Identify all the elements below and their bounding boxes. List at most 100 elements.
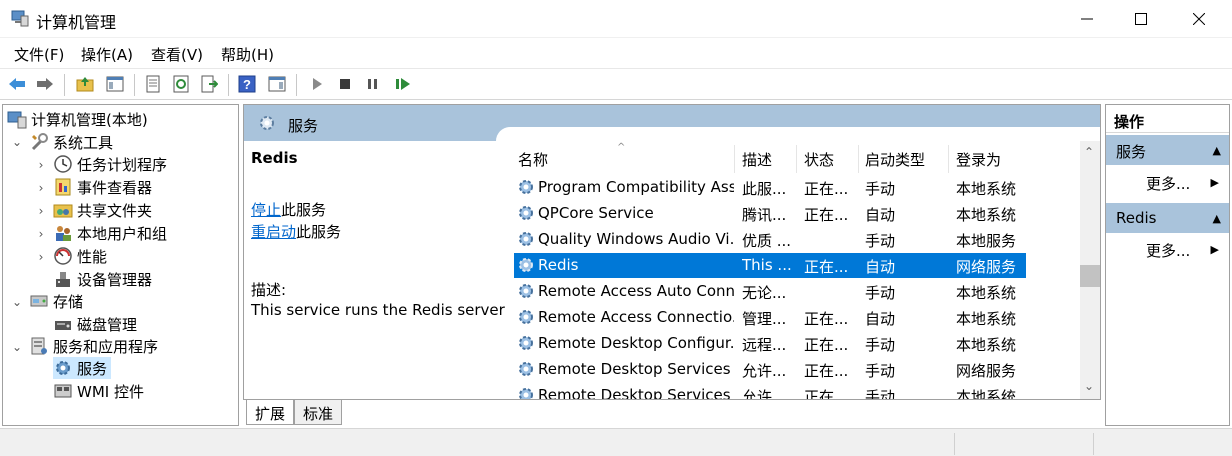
service-name: Remote Desktop Services ... (538, 386, 734, 399)
shared-folder-icon (53, 200, 73, 220)
service-logon: 本地系统 (956, 310, 1017, 328)
chevron-right-icon[interactable]: ▶ (1211, 243, 1219, 256)
chevron-right-icon[interactable]: › (35, 159, 47, 171)
table-row[interactable]: Remote Desktop Configur... 远程... 正在... 手… (514, 331, 1026, 356)
tree-item-event-viewer[interactable]: 事件查看器 (53, 176, 152, 198)
chevron-right-icon[interactable]: › (35, 251, 47, 263)
table-row[interactable]: Remote Desktop Services ... 允许... 正在... … (514, 383, 1026, 399)
chevron-right-icon[interactable]: › (35, 228, 47, 240)
service-name: Redis (538, 256, 579, 274)
chevron-down-icon[interactable]: ⌄ (11, 296, 23, 308)
menu-file[interactable]: 文件(F) (14, 44, 64, 65)
back-arrow-icon[interactable] (6, 73, 28, 95)
export-list-icon[interactable] (198, 73, 220, 95)
tab-standard[interactable]: 标准 (294, 400, 343, 425)
gear-icon (516, 359, 536, 379)
service-status: 正在... (804, 388, 849, 399)
users-icon (53, 223, 73, 243)
stop-service-icon[interactable] (334, 73, 356, 95)
tree-item-device-manager[interactable]: 设备管理器 (53, 268, 152, 290)
table-row-selected[interactable]: Redis This ... 正在... 自动 网络服务 (514, 253, 1026, 278)
show-hide-tree-icon[interactable] (104, 73, 126, 95)
service-logon: 本地系统 (956, 336, 1017, 354)
service-description: 腾讯... (742, 206, 787, 224)
collapse-up-icon[interactable]: ▲ (1213, 144, 1221, 157)
service-startup-type: 自动 (865, 206, 896, 224)
stop-service-link[interactable]: 停止 (251, 201, 281, 219)
start-service-icon[interactable] (306, 73, 328, 95)
refresh-icon[interactable] (170, 73, 192, 95)
service-status: 正在... (804, 310, 849, 328)
chevron-down-icon[interactable]: ⌄ (11, 136, 23, 148)
chevron-right-icon[interactable]: › (35, 182, 47, 194)
menu-view[interactable]: 查看(V) (151, 44, 203, 65)
table-row[interactable]: Remote Access Auto Conn... 无论... 手动 本地系统 (514, 279, 1026, 304)
minimize-button[interactable] (1064, 0, 1110, 38)
show-action-pane-icon[interactable] (266, 73, 288, 95)
collapse-up-icon[interactable]: ▲ (1213, 212, 1221, 225)
actions-section-redis[interactable]: Redis ▲ (1106, 203, 1229, 233)
column-header-status[interactable]: 状态 (804, 149, 834, 171)
tree-item-wmi[interactable]: WMI 控件 (53, 380, 144, 402)
up-folder-icon[interactable] (74, 73, 96, 95)
scrollbar-thumb[interactable] (1080, 265, 1100, 287)
service-name: Remote Access Connectio... (538, 308, 734, 326)
column-header-startup-type[interactable]: 启动类型 (865, 149, 925, 171)
tree-item-shared-folders[interactable]: 共享文件夹 (53, 199, 152, 221)
chevron-right-icon[interactable]: › (35, 205, 47, 217)
tree-item-disk-management[interactable]: 磁盘管理 (53, 313, 137, 335)
restart-service-icon[interactable] (392, 73, 414, 95)
tree-item-storage[interactable]: 存储 (29, 290, 83, 312)
tree-item-performance[interactable]: 性能 (53, 245, 107, 267)
column-header-logon-as[interactable]: 登录为 (956, 149, 1001, 171)
table-row[interactable]: QPCore Service 腾讯... 正在... 自动 本地系统 (514, 201, 1026, 226)
properties-icon[interactable] (142, 73, 164, 95)
tree-item-task-scheduler[interactable]: 任务计划程序 (53, 153, 167, 175)
gear-icon (516, 281, 536, 301)
pause-service-icon[interactable] (362, 73, 384, 95)
tree-item-local-users[interactable]: 本地用户和组 (53, 222, 167, 244)
service-name: Program Compatibility Assi... (538, 178, 734, 196)
restart-service-row: 重启动此服务 (251, 221, 341, 242)
event-viewer-icon (53, 177, 73, 197)
chevron-down-icon[interactable]: ⌄ (11, 341, 23, 353)
services-list: ^ 名称 描述 状态 启动类型 登录为 Program Compatibilit… (506, 141, 1080, 399)
maximize-button[interactable] (1118, 0, 1164, 38)
chevron-right-icon[interactable]: ▶ (1211, 176, 1219, 189)
table-row[interactable]: Quality Windows Audio Vi... 优质 ... 手动 本地… (514, 227, 1026, 252)
table-row[interactable]: Program Compatibility Assi... 此服... 正在..… (514, 175, 1026, 200)
services-header-title: 服务 (288, 117, 319, 135)
tree-item-root[interactable]: 计算机管理(本地) (7, 108, 148, 130)
forward-arrow-icon[interactable] (34, 73, 56, 95)
scroll-up-icon[interactable]: ⌃ (1084, 145, 1094, 159)
tab-extended[interactable]: 扩展 (246, 400, 295, 425)
menu-help[interactable]: 帮助(H) (221, 44, 274, 65)
service-description: 允许... (742, 362, 787, 380)
tree-label: 事件查看器 (77, 178, 153, 197)
help-icon[interactable]: ? (236, 73, 258, 95)
service-description: 远程... (742, 336, 787, 354)
device-manager-icon (53, 269, 73, 289)
tree-label: 本地用户和组 (77, 224, 168, 243)
restart-service-link[interactable]: 重启动 (251, 223, 296, 241)
column-header-name[interactable]: 名称 (518, 149, 548, 171)
service-logon: 网络服务 (956, 362, 1017, 380)
table-row[interactable]: Remote Desktop Services 允许... 正在... 手动 网… (514, 357, 1026, 382)
more-actions-link[interactable]: 更多... (1146, 173, 1190, 194)
services-scrollbar[interactable]: ⌃ ⌄ (1080, 141, 1100, 399)
menu-bar: 文件(F) 操作(A) 查看(V) 帮助(H) (0, 38, 1232, 68)
close-button[interactable] (1176, 0, 1222, 38)
tree-item-services-apps[interactable]: 服务和应用程序 (29, 335, 158, 357)
tree-item-services[interactable]: 服务 (53, 357, 112, 379)
column-header-description[interactable]: 描述 (742, 149, 772, 171)
menu-action[interactable]: 操作(A) (81, 44, 133, 65)
tree-item-system-tools[interactable]: 系统工具 (29, 131, 113, 153)
table-row[interactable]: Remote Access Connectio... 管理... 正在... 自… (514, 305, 1026, 330)
service-startup-type: 自动 (865, 310, 896, 328)
clock-icon (53, 154, 73, 174)
actions-section-services[interactable]: 服务 ▲ (1106, 135, 1229, 165)
more-actions-link[interactable]: 更多... (1146, 240, 1190, 261)
computer-management-icon (11, 9, 29, 27)
performance-icon (53, 246, 73, 266)
scroll-down-icon[interactable]: ⌄ (1084, 379, 1094, 393)
